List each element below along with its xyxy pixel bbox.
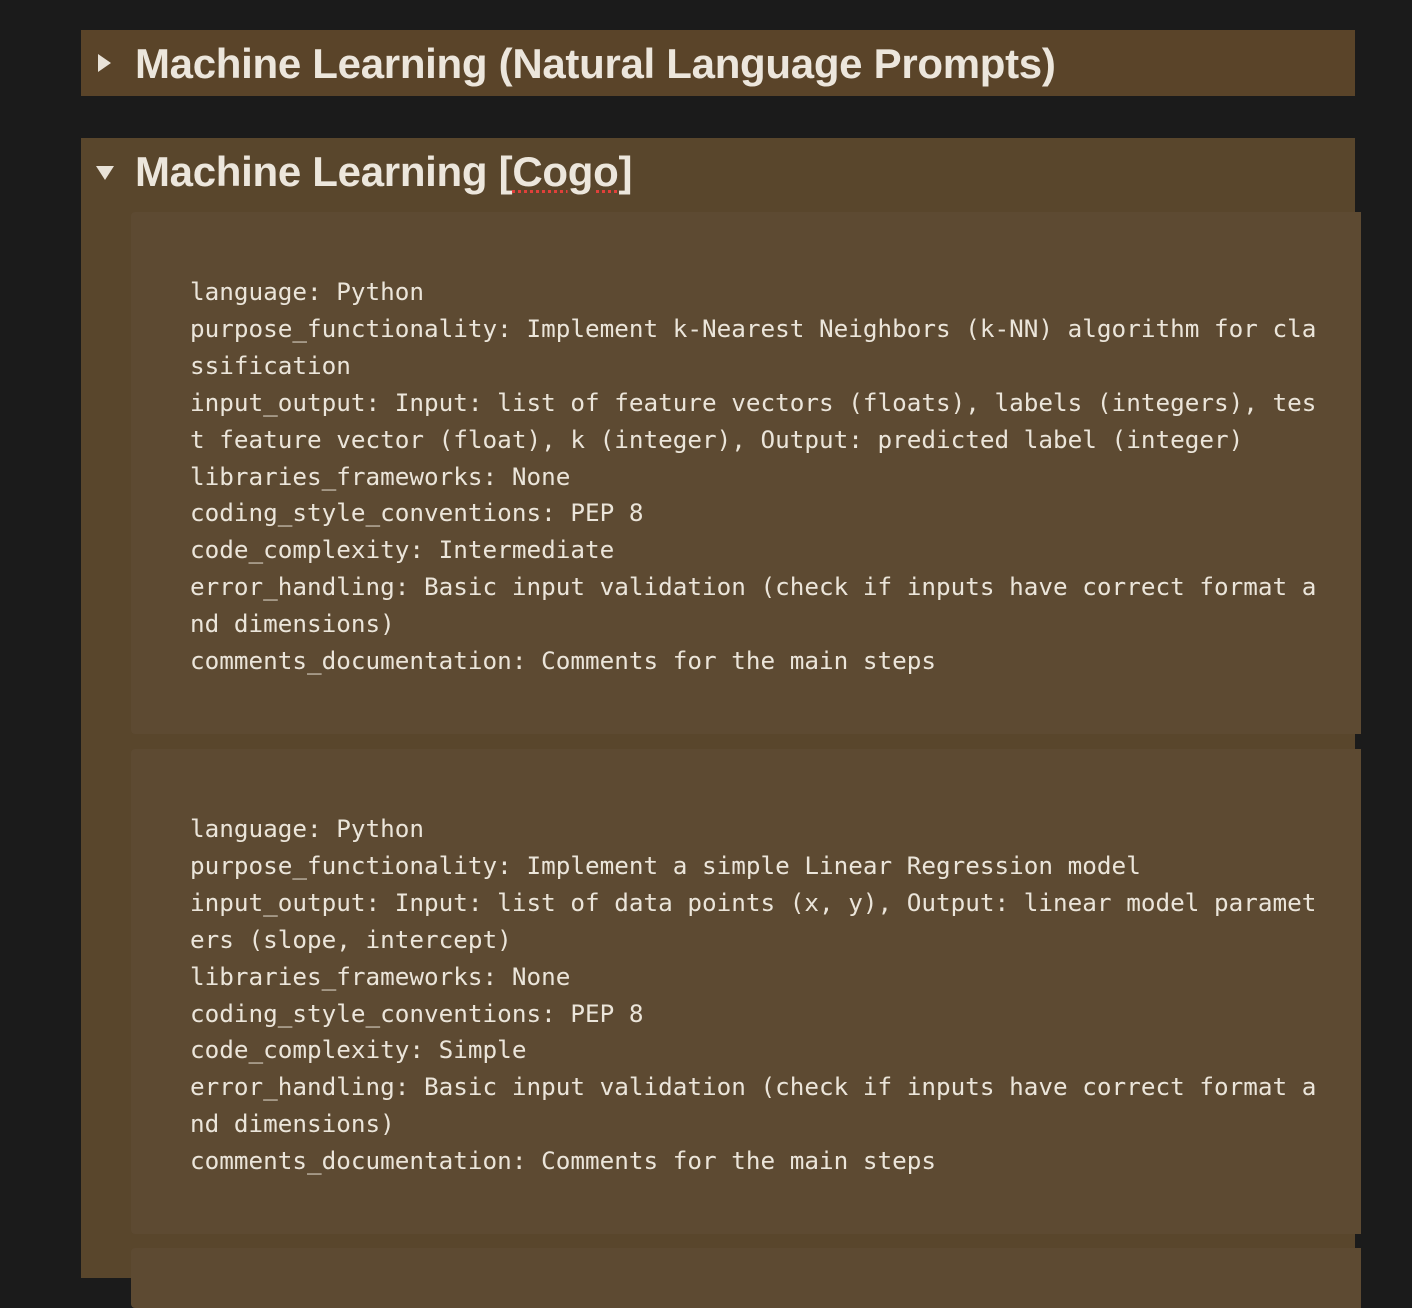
code-line: comments_documentation: Comments for the… <box>190 643 1330 680</box>
toggle-header-natural-language-prompts[interactable]: Machine Learning (Natural Language Promp… <box>81 30 1355 96</box>
caret-right-icon[interactable] <box>98 54 111 72</box>
toggle-header-cogo[interactable]: Machine Learning [Cogo] <box>81 138 1355 204</box>
code-block[interactable]: language: Python purpose_functionality: … <box>131 212 1361 734</box>
code-line: libraries_frameworks: None <box>190 459 1330 496</box>
code-line: nd dimensions) <box>190 1106 1330 1143</box>
code-line: error_handling: Basic input validation (… <box>190 569 1330 606</box>
code-line: purpose_functionality: Implement a simpl… <box>190 848 1330 885</box>
code-text: language: Python purpose_functionality: … <box>190 274 1330 680</box>
toggle-block-natural-language-prompts: Machine Learning (Natural Language Promp… <box>81 30 1355 96</box>
code-line: input_output: Input: list of data points… <box>190 885 1330 922</box>
misspelled-word: Cogo <box>512 148 618 195</box>
code-line: ers (slope, intercept) <box>190 922 1330 959</box>
code-text: language: Python purpose_functionality: … <box>190 811 1330 1180</box>
code-block[interactable]: language: Python purpose_functionality: … <box>131 749 1361 1234</box>
code-block-partial[interactable] <box>131 1248 1361 1308</box>
code-line: ssification <box>190 348 1330 385</box>
code-line: libraries_frameworks: None <box>190 959 1330 996</box>
toggle-block-cogo: Machine Learning [Cogo] language: Python… <box>81 138 1355 1278</box>
title-suffix: ] <box>618 148 632 195</box>
code-line: nd dimensions) <box>190 606 1330 643</box>
code-line: code_complexity: Simple <box>190 1032 1330 1069</box>
code-line: comments_documentation: Comments for the… <box>190 1143 1330 1180</box>
code-line: input_output: Input: list of feature vec… <box>190 385 1330 422</box>
caret-down-icon[interactable] <box>96 166 114 180</box>
code-line: code_complexity: Intermediate <box>190 532 1330 569</box>
code-line: t feature vector (float), k (integer), O… <box>190 422 1330 459</box>
code-line: coding_style_conventions: PEP 8 <box>190 495 1330 532</box>
code-line: language: Python <box>190 274 1330 311</box>
code-line: purpose_functionality: Implement k-Neare… <box>190 311 1330 348</box>
code-line: coding_style_conventions: PEP 8 <box>190 996 1330 1033</box>
toggle-title: Machine Learning (Natural Language Promp… <box>135 38 1056 90</box>
code-line: language: Python <box>190 811 1330 848</box>
title-prefix: Machine Learning [ <box>135 148 512 195</box>
code-line: error_handling: Basic input validation (… <box>190 1069 1330 1106</box>
toggle-title: Machine Learning [Cogo] <box>135 146 632 198</box>
